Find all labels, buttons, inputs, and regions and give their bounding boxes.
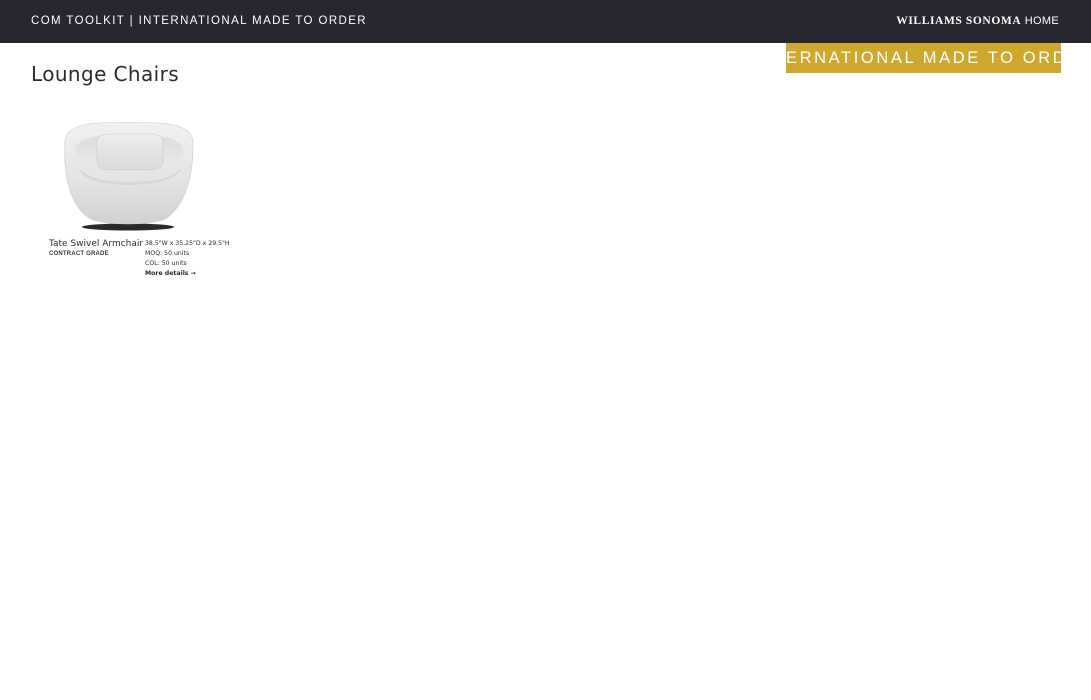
- more-details-link[interactable]: More details →: [145, 270, 196, 277]
- product-card[interactable]: Tate Swivel Armchair Contract Grade 38.5…: [49, 112, 249, 292]
- product-grade: Contract Grade: [49, 251, 109, 257]
- swivel-armchair-image[interactable]: [59, 118, 197, 234]
- program-badge: International Made to Order: [752, 43, 1091, 73]
- toolkit-title: COM Toolkit | International Made to Orde…: [31, 15, 368, 27]
- product-col: COL: 50 units: [145, 260, 187, 267]
- product-name[interactable]: Tate Swivel Armchair: [49, 239, 143, 249]
- top-bar: COM Toolkit | International Made to Orde…: [0, 0, 1091, 43]
- brand-logo[interactable]: WILLIAMS SONOMA HOME: [896, 15, 1059, 27]
- product-specs: 38.5"W x 35.25"D x 29.5"H MOQ: 50 units …: [145, 239, 249, 279]
- product-dimensions: 38.5"W x 35.25"D x 29.5"H: [145, 240, 230, 247]
- brand-name: WILLIAMS SONOMA: [896, 15, 1022, 27]
- brand-subname: HOME: [1024, 15, 1059, 27]
- page-title: Lounge Chairs: [31, 62, 180, 86]
- product-moq: MOQ: 50 units: [145, 250, 190, 257]
